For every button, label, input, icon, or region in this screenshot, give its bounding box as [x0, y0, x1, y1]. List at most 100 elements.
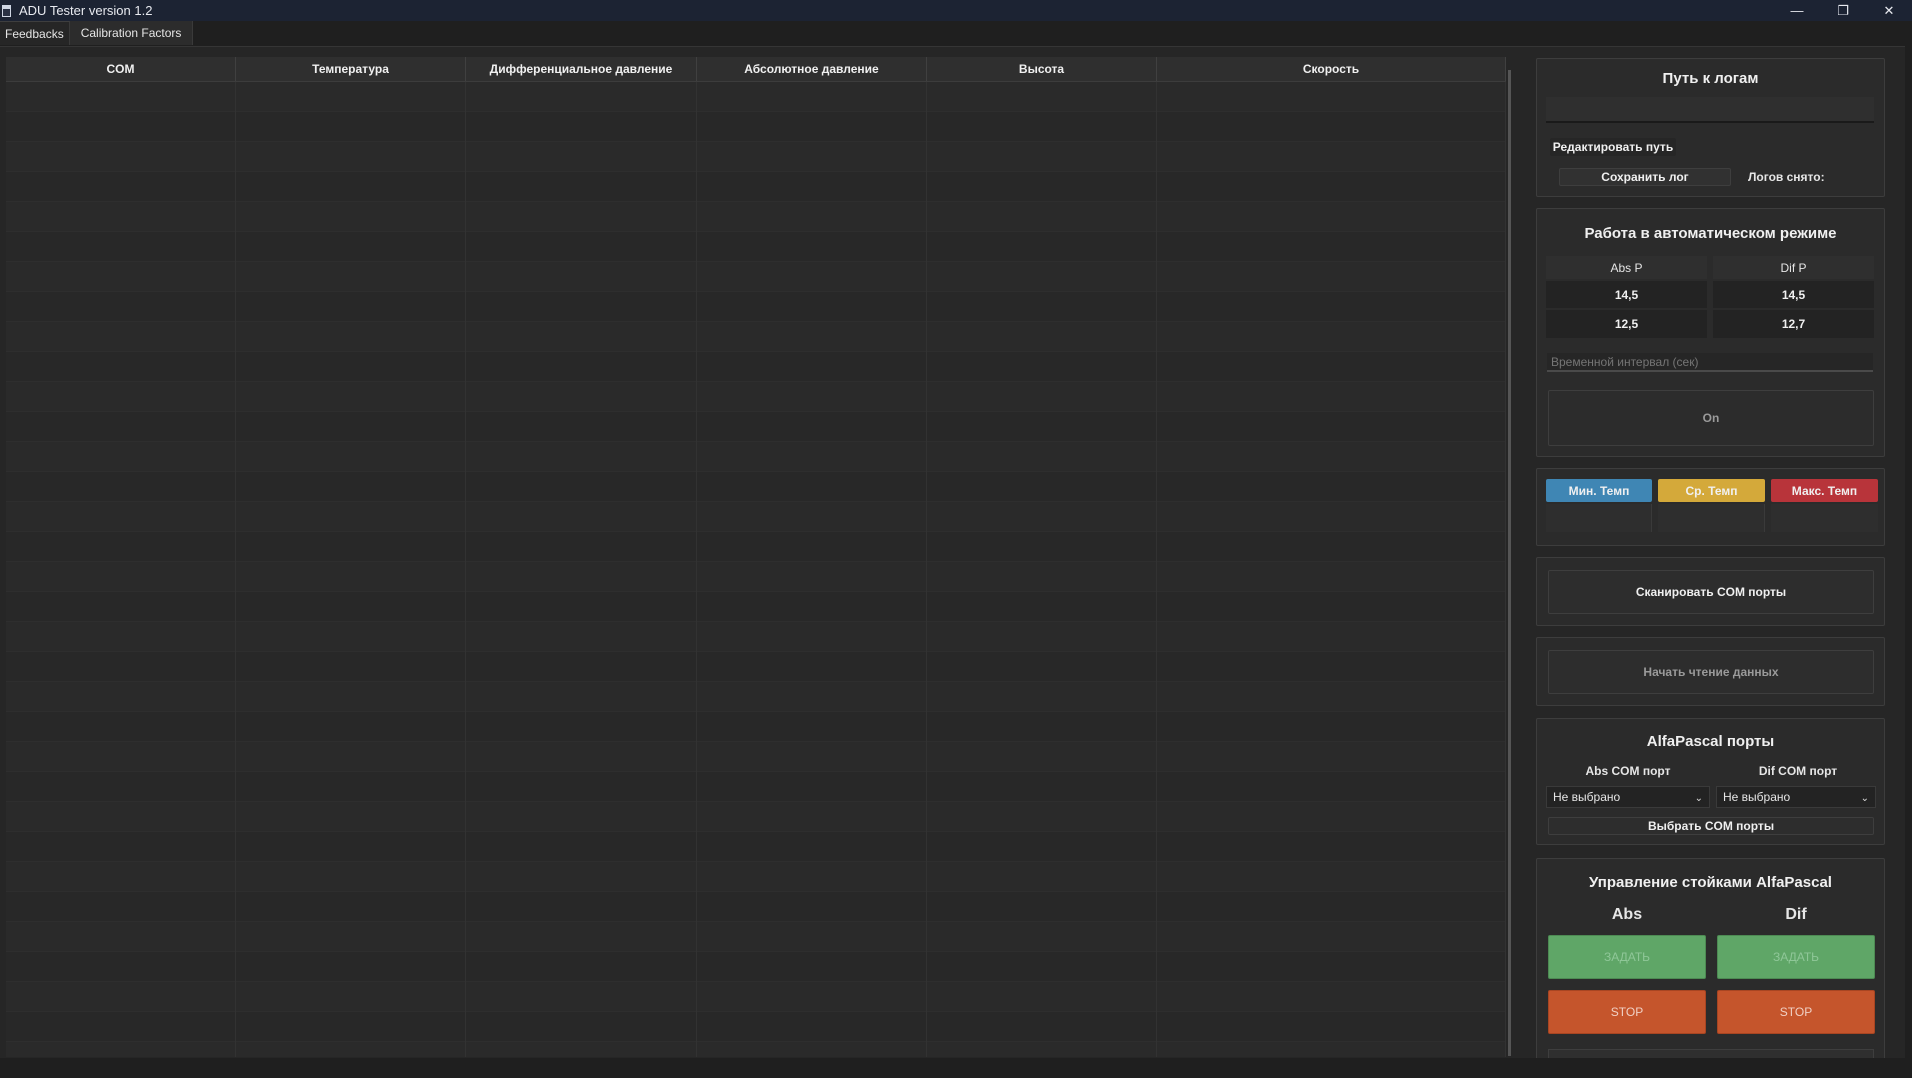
column-header-altitude[interactable]: Высота [927, 57, 1157, 81]
table-cell[interactable] [927, 832, 1157, 862]
abs-p-value-2[interactable]: 12,5 [1546, 310, 1707, 338]
table-cell[interactable] [697, 742, 927, 772]
table-cell[interactable] [697, 112, 927, 142]
table-cell[interactable] [1157, 592, 1506, 622]
table-cell[interactable] [1157, 142, 1506, 172]
table-cell[interactable] [6, 1042, 236, 1057]
column-header-abs-pressure[interactable]: Абсолютное давление [697, 57, 927, 81]
table-cell[interactable] [6, 262, 236, 292]
table-cell[interactable] [1157, 802, 1506, 832]
table-cell[interactable] [236, 472, 466, 502]
abs-stop-button[interactable]: STOP [1548, 990, 1706, 1034]
table-row[interactable] [6, 442, 1506, 472]
dif-stop-button[interactable]: STOP [1717, 990, 1875, 1034]
table-cell[interactable] [466, 892, 697, 922]
table-cell[interactable] [1157, 832, 1506, 862]
dif-p-value-1[interactable]: 14,5 [1713, 281, 1874, 308]
table-cell[interactable] [927, 112, 1157, 142]
table-cell[interactable] [6, 562, 236, 592]
table-cell[interactable] [236, 802, 466, 832]
save-log-button[interactable]: Сохранить лог [1559, 168, 1731, 186]
table-cell[interactable] [236, 712, 466, 742]
table-cell[interactable] [466, 142, 697, 172]
table-cell[interactable] [697, 922, 927, 952]
start-reading-button[interactable]: Начать чтение данных [1548, 650, 1874, 694]
table-cell[interactable] [236, 502, 466, 532]
table-row[interactable] [6, 532, 1506, 562]
table-cell[interactable] [697, 862, 927, 892]
minimize-icon[interactable]: — [1774, 0, 1820, 21]
table-row[interactable] [6, 82, 1506, 112]
table-cell[interactable] [927, 862, 1157, 892]
table-cell[interactable] [927, 892, 1157, 922]
abs-p-value-1[interactable]: 14,5 [1546, 281, 1707, 308]
table-cell[interactable] [236, 922, 466, 952]
table-row[interactable] [6, 292, 1506, 322]
table-cell[interactable] [466, 532, 697, 562]
table-cell[interactable] [927, 292, 1157, 322]
table-cell[interactable] [236, 142, 466, 172]
table-cell[interactable] [236, 592, 466, 622]
table-row[interactable] [6, 832, 1506, 862]
table-cell[interactable] [466, 982, 697, 1012]
edit-path-button[interactable]: Редактировать путь [1550, 138, 1676, 156]
table-cell[interactable] [6, 292, 236, 322]
table-cell[interactable] [6, 382, 236, 412]
table-cell[interactable] [6, 472, 236, 502]
table-cell[interactable] [466, 502, 697, 532]
table-cell[interactable] [466, 772, 697, 802]
tab-feedbacks[interactable]: Feedbacks [0, 21, 70, 45]
table-cell[interactable] [697, 982, 927, 1012]
table-cell[interactable] [236, 862, 466, 892]
table-cell[interactable] [6, 802, 236, 832]
table-cell[interactable] [927, 1042, 1157, 1057]
table-cell[interactable] [1157, 202, 1506, 232]
table-cell[interactable] [927, 532, 1157, 562]
table-cell[interactable] [697, 262, 927, 292]
table-cell[interactable] [927, 922, 1157, 952]
time-interval-input[interactable] [1547, 353, 1873, 372]
table-cell[interactable] [236, 262, 466, 292]
table-cell[interactable] [927, 682, 1157, 712]
table-cell[interactable] [466, 652, 697, 682]
table-cell[interactable] [466, 382, 697, 412]
table-cell[interactable] [6, 592, 236, 622]
table-cell[interactable] [1157, 412, 1506, 442]
table-row[interactable] [6, 922, 1506, 952]
table-row[interactable] [6, 382, 1506, 412]
table-cell[interactable] [466, 922, 697, 952]
table-cell[interactable] [236, 952, 466, 982]
table-cell[interactable] [6, 412, 236, 442]
table-cell[interactable] [236, 292, 466, 322]
table-cell[interactable] [6, 352, 236, 382]
table-row[interactable] [6, 502, 1506, 532]
table-cell[interactable] [236, 202, 466, 232]
table-cell[interactable] [1157, 322, 1506, 352]
table-cell[interactable] [1157, 952, 1506, 982]
table-cell[interactable] [1157, 622, 1506, 652]
table-cell[interactable] [236, 742, 466, 772]
table-cell[interactable] [1157, 292, 1506, 322]
table-cell[interactable] [466, 412, 697, 442]
dif-p-value-2[interactable]: 12,7 [1713, 310, 1874, 338]
table-cell[interactable] [697, 712, 927, 742]
table-cell[interactable] [466, 562, 697, 592]
table-cell[interactable] [697, 592, 927, 622]
table-cell[interactable] [6, 712, 236, 742]
table-cell[interactable] [927, 502, 1157, 532]
choose-com-ports-button[interactable]: Выбрать COM порты [1548, 817, 1874, 835]
table-cell[interactable] [927, 982, 1157, 1012]
table-row[interactable] [6, 562, 1506, 592]
table-cell[interactable] [697, 682, 927, 712]
table-cell[interactable] [697, 952, 927, 982]
table-cell[interactable] [466, 292, 697, 322]
table-cell[interactable] [236, 562, 466, 592]
table-cell[interactable] [1157, 862, 1506, 892]
table-cell[interactable] [466, 742, 697, 772]
table-cell[interactable] [1157, 352, 1506, 382]
table-cell[interactable] [236, 232, 466, 262]
table-cell[interactable] [466, 802, 697, 832]
table-cell[interactable] [927, 622, 1157, 652]
table-cell[interactable] [6, 322, 236, 352]
table-row[interactable] [6, 952, 1506, 982]
